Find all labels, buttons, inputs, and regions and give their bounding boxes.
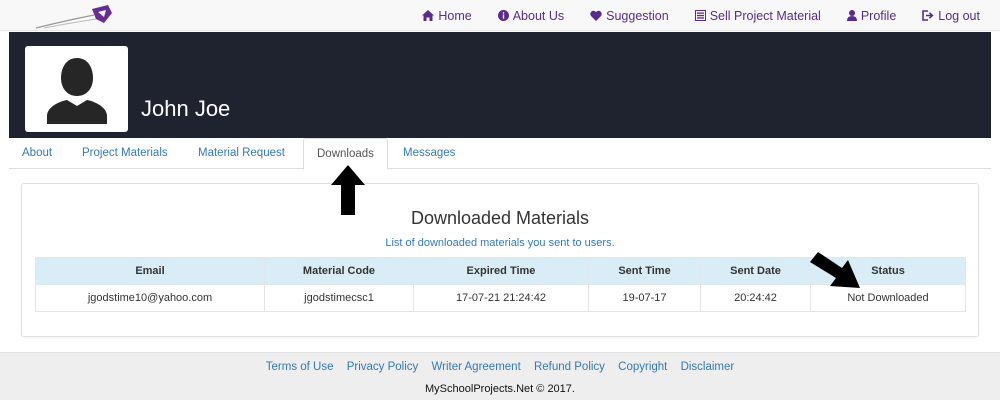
annotation-arrow-up-icon	[331, 165, 365, 215]
nav-home-label: Home	[438, 8, 472, 23]
column-header-sent-time: Sent Time	[588, 257, 701, 285]
footer-link-refund-policy[interactable]: Refund Policy	[534, 361, 605, 373]
nav-log-out-label: Log out	[938, 8, 980, 23]
nav-profile-label: Profile	[860, 8, 897, 23]
column-header-material-code: Material Code	[264, 257, 414, 285]
nav-log-out[interactable]: Log out	[922, 9, 980, 23]
footer-link-copyright[interactable]: Copyright	[618, 361, 667, 373]
profile-header: John Joe	[9, 32, 991, 138]
footer-link-writer-agreement[interactable]: Writer Agreement	[432, 361, 521, 373]
nav-about-us-label: About Us	[512, 8, 565, 23]
nav-sell-project-material-label: Sell Project Material	[709, 8, 821, 23]
cell-email: jgodstime10@yahoo.com	[35, 284, 265, 312]
nav-home[interactable]: Home	[422, 8, 472, 23]
nav-suggestion-label: Suggestion	[606, 8, 669, 23]
footer-link-privacy-policy[interactable]: Privacy Policy	[347, 361, 419, 373]
copyright-text: MySchoolProjects.Net © 2017.	[425, 383, 575, 395]
heart-icon	[590, 10, 602, 21]
cell-sent-time: 19-07-17	[588, 284, 701, 312]
tab-about[interactable]: About	[9, 138, 65, 169]
nav-suggestion[interactable]: Suggestion	[590, 9, 669, 23]
footer-links: Terms of Use Privacy Policy Writer Agree…	[0, 361, 1000, 373]
nav-about-us[interactable]: About Us	[497, 8, 565, 23]
tab-material-request[interactable]: Material Request	[185, 138, 298, 169]
cell-material-code: jgodstimecsc1	[264, 284, 414, 312]
user-icon	[846, 10, 857, 21]
tab-project-materials[interactable]: Project Materials	[69, 138, 181, 169]
user-silhouette-icon	[46, 58, 107, 124]
column-header-sent-date: Sent Date	[700, 257, 811, 285]
site-logo[interactable]	[34, 3, 116, 29]
footer: Terms of Use Privacy Policy Writer Agree…	[0, 352, 1000, 400]
column-header-expired-time: Expired Time	[413, 257, 589, 285]
logout-icon	[922, 10, 934, 21]
profile-tabs: About Project Materials Material Request…	[9, 138, 991, 170]
nav-profile[interactable]: Profile	[846, 8, 897, 23]
cell-expired-time: 17-07-21 21:24:42	[413, 284, 589, 312]
tab-messages[interactable]: Messages	[390, 138, 468, 169]
footer-link-disclaimer[interactable]: Disclaimer	[681, 361, 735, 373]
column-header-email: Email	[35, 257, 265, 285]
top-navbar: Home About Us Suggestion Sell Project Ma…	[0, 0, 1000, 31]
list-icon	[694, 10, 706, 21]
annotation-arrow-diagonal-icon	[810, 252, 860, 288]
cell-sent-date: 20:24:42	[700, 284, 811, 312]
home-icon	[422, 10, 435, 21]
info-icon	[497, 10, 509, 21]
panel-title: Downloaded Materials	[410, 208, 590, 228]
nav-sell-project-material[interactable]: Sell Project Material	[694, 8, 821, 23]
avatar[interactable]	[25, 46, 128, 132]
profile-name: John Joe	[141, 96, 231, 121]
footer-link-terms-of-use[interactable]: Terms of Use	[266, 361, 334, 373]
